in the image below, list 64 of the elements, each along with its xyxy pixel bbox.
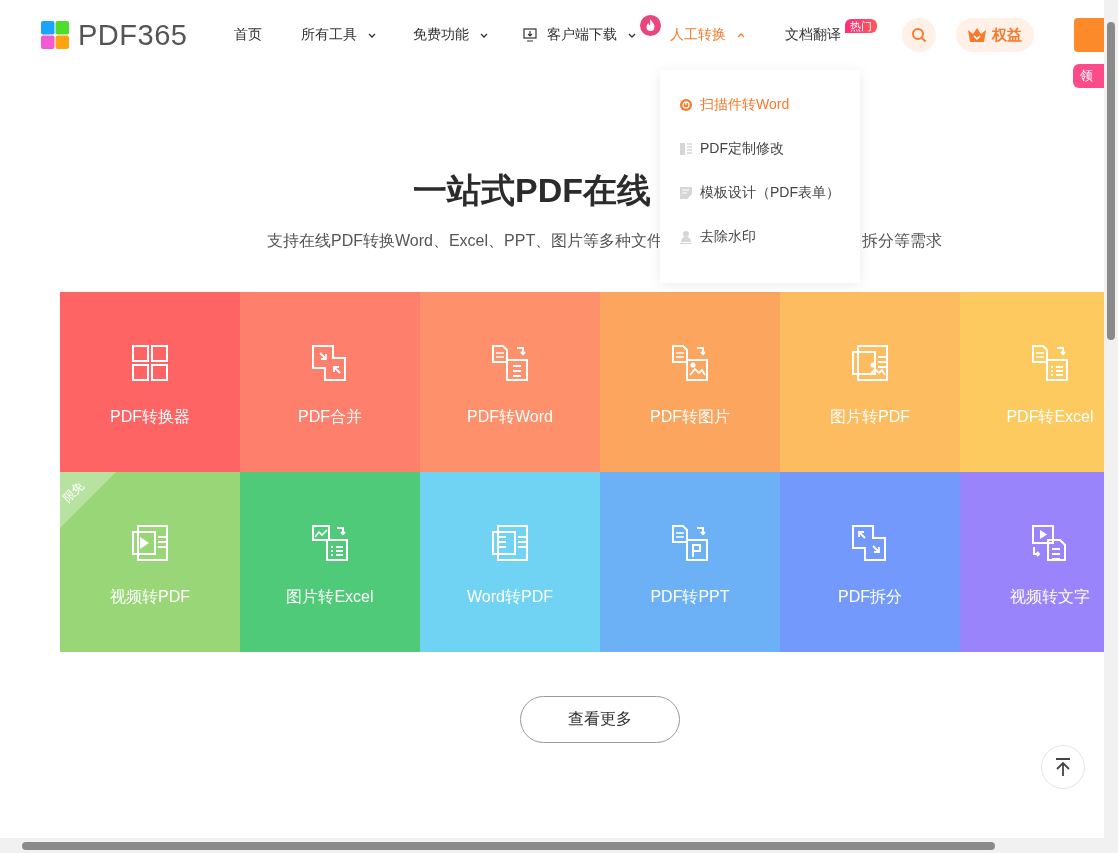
tool-label: 视频转文字 — [1010, 587, 1090, 607]
tool-tile[interactable]: PDF合并 — [240, 292, 420, 472]
grid-icon — [130, 343, 170, 383]
tool-label: PDF转PPT — [650, 587, 730, 607]
hot-badge: 热门 — [845, 19, 878, 33]
more-button[interactable]: 查看更多 — [520, 696, 680, 743]
tool-label: Word转PDF — [467, 587, 553, 607]
hero-subtitle: 拆分等需求 — [862, 231, 942, 251]
ribbon-label: 限免 — [60, 478, 89, 507]
user-icon — [680, 230, 692, 244]
back-to-top-button[interactable] — [1041, 745, 1085, 789]
logo-icon — [41, 21, 69, 49]
tool-tile[interactable]: 视频转文字 — [960, 472, 1104, 652]
document-lines-icon — [490, 523, 530, 563]
document-image-icon — [670, 343, 710, 383]
scrollbar-thumb[interactable] — [1107, 22, 1115, 340]
fire-icon — [640, 15, 662, 36]
tool-label: 图片转Excel — [286, 587, 374, 607]
search-button[interactable] — [902, 18, 936, 52]
tool-tile[interactable]: 图片转Excel — [240, 472, 420, 652]
menu-item[interactable]: PDF定制修改 — [660, 127, 860, 171]
tool-label: 图片转PDF — [830, 407, 910, 427]
document-icon — [680, 142, 692, 156]
crown-icon — [967, 27, 988, 43]
tool-label: PDF拆分 — [838, 587, 902, 607]
nav-link[interactable]: 客户端下载 — [523, 0, 638, 70]
tool-label: PDF转换器 — [110, 407, 190, 427]
scrollbar-thumb[interactable] — [22, 842, 995, 850]
document-convert-icon — [670, 523, 710, 563]
menu-item[interactable]: 模板设计（PDF表单） — [660, 171, 860, 215]
tool-label: PDF转图片 — [650, 407, 730, 427]
tool-label: PDF转Word — [467, 407, 553, 427]
logo-text: PDF365 — [78, 18, 188, 52]
menu-item[interactable]: 扫描件转Word — [660, 83, 860, 127]
hero-title: 一站式PDF在线 — [413, 170, 651, 210]
tool-tile[interactable]: PDF转图片 — [600, 292, 780, 472]
download-icon — [523, 28, 538, 42]
tool-tile[interactable]: PDF转Excel — [960, 292, 1104, 472]
nav-link[interactable]: 免费功能 — [413, 0, 490, 70]
nav-link[interactable]: 所有工具 — [301, 0, 378, 70]
image-document-icon — [850, 343, 890, 383]
nav-link[interactable]: 人工转换 — [670, 0, 747, 70]
search-icon — [910, 27, 927, 43]
timer-icon — [680, 98, 692, 112]
tool-tile[interactable]: PDF转Word — [420, 292, 600, 472]
tool-tile[interactable]: 图片转PDF — [780, 292, 960, 472]
document-table-icon — [1030, 343, 1070, 383]
side-badge[interactable]: 领 — [1073, 64, 1104, 88]
menu-item[interactable]: 去除水印 — [660, 215, 860, 259]
nav-link[interactable]: 首页 — [234, 0, 263, 70]
video-document-icon — [130, 523, 170, 563]
arrow-up-icon — [1054, 757, 1072, 777]
tool-tile[interactable]: PDF转PPT — [600, 472, 780, 652]
tool-label: 视频转PDF — [110, 587, 190, 607]
image-table-icon — [310, 523, 350, 563]
document-convert-icon — [490, 343, 530, 383]
rights-button[interactable]: 权益 — [955, 18, 1034, 52]
tool-tile[interactable]: 限免 视频转PDF — [60, 472, 240, 652]
tool-tile[interactable]: PDF拆分 — [780, 472, 960, 652]
tool-tile[interactable]: Word转PDF — [420, 472, 600, 652]
tool-label: PDF合并 — [298, 407, 362, 427]
tool-label: PDF转Excel — [1006, 407, 1094, 427]
tool-tile[interactable]: PDF转换器 — [60, 292, 240, 472]
form-icon — [680, 186, 692, 200]
